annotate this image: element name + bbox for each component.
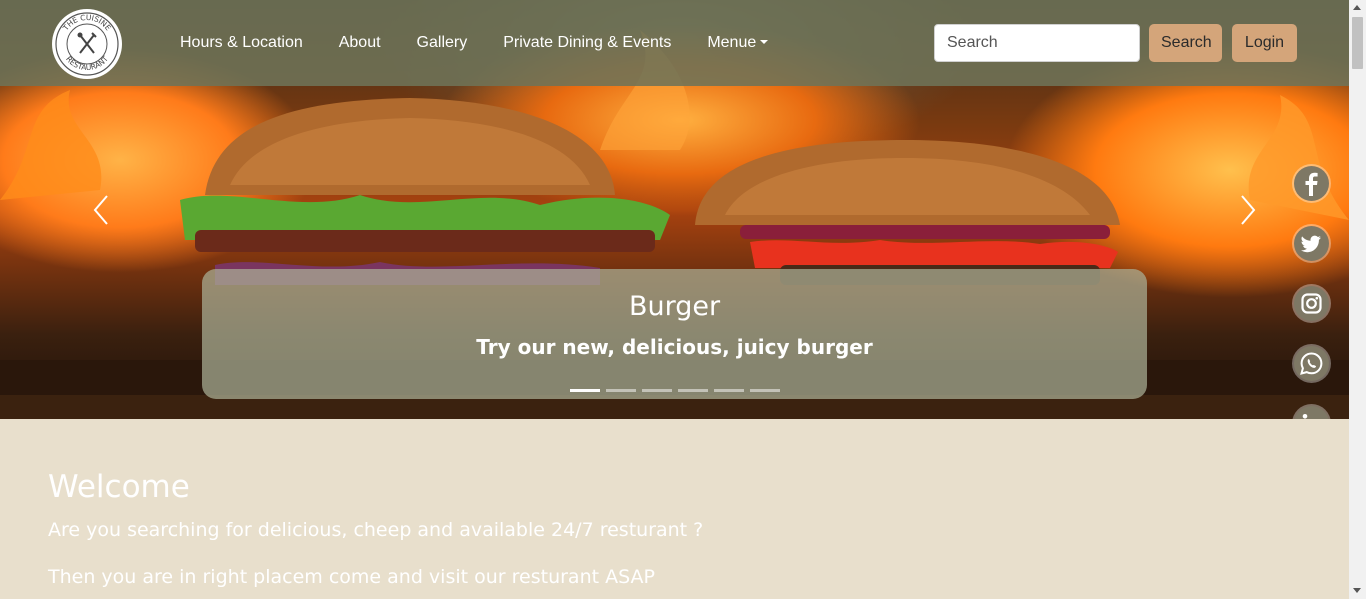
nav-menue-dropdown[interactable]: Menue bbox=[707, 34, 769, 52]
caption-text: Try our new, delicious, juicy burger bbox=[476, 335, 873, 359]
chevron-left-icon bbox=[93, 195, 108, 225]
nav-menue-label: Menue bbox=[707, 34, 757, 51]
scrollbar-thumb[interactable] bbox=[1352, 17, 1363, 69]
navbar: THE CUISINE RESTAURANT Hours & Location A… bbox=[0, 0, 1349, 86]
carousel-indicator[interactable] bbox=[678, 389, 708, 392]
login-button[interactable]: Login bbox=[1232, 24, 1297, 62]
nav-gallery[interactable]: Gallery bbox=[417, 34, 468, 52]
twitter-icon bbox=[1300, 235, 1321, 253]
logo-emblem-icon: THE CUISINE RESTAURANT bbox=[55, 12, 119, 76]
nav-private-dining[interactable]: Private Dining & Events bbox=[503, 34, 671, 52]
page-scrollbar[interactable] bbox=[1349, 0, 1366, 599]
twitter-link[interactable] bbox=[1294, 226, 1329, 261]
nav-hours-location[interactable]: Hours & Location bbox=[180, 34, 303, 52]
carousel-caption: Burger Try our new, delicious, juicy bur… bbox=[202, 269, 1147, 399]
carousel-indicator[interactable] bbox=[606, 389, 636, 392]
restaurant-logo[interactable]: THE CUISINE RESTAURANT bbox=[52, 9, 122, 79]
scroll-down-arrow-icon[interactable] bbox=[1353, 588, 1361, 593]
nav-links: Hours & Location About Gallery Private D… bbox=[180, 0, 804, 86]
chevron-right-icon bbox=[1241, 195, 1256, 225]
logo-text-top: THE CUISINE bbox=[61, 13, 113, 33]
welcome-text-line: Are you searching for delicious, cheep a… bbox=[48, 519, 704, 541]
whatsapp-icon bbox=[1300, 352, 1323, 375]
instagram-icon bbox=[1301, 293, 1322, 314]
carousel-indicators bbox=[570, 389, 786, 392]
welcome-text-line: Then you are in right placem come and vi… bbox=[48, 566, 655, 588]
search-button[interactable]: Search bbox=[1149, 24, 1222, 62]
carousel-indicator[interactable] bbox=[750, 389, 780, 392]
caret-down-icon bbox=[760, 40, 769, 44]
search-input[interactable] bbox=[934, 24, 1140, 62]
facebook-link[interactable] bbox=[1294, 166, 1329, 201]
carousel-prev-button[interactable] bbox=[89, 192, 113, 228]
nav-about[interactable]: About bbox=[339, 34, 381, 52]
whatsapp-link[interactable] bbox=[1294, 346, 1329, 381]
welcome-section: Welcome Are you searching for delicious,… bbox=[0, 419, 1349, 599]
scroll-up-arrow-icon[interactable] bbox=[1353, 5, 1361, 10]
instagram-link[interactable] bbox=[1294, 286, 1329, 321]
carousel-next-button[interactable] bbox=[1236, 192, 1260, 228]
logo-text-bottom: RESTAURANT bbox=[64, 54, 110, 72]
facebook-icon bbox=[1305, 172, 1318, 196]
caption-title: Burger bbox=[628, 291, 721, 322]
carousel-indicator[interactable] bbox=[714, 389, 744, 392]
carousel-indicator[interactable] bbox=[642, 389, 672, 392]
carousel-indicator[interactable] bbox=[570, 389, 600, 392]
welcome-heading: Welcome bbox=[48, 469, 190, 505]
